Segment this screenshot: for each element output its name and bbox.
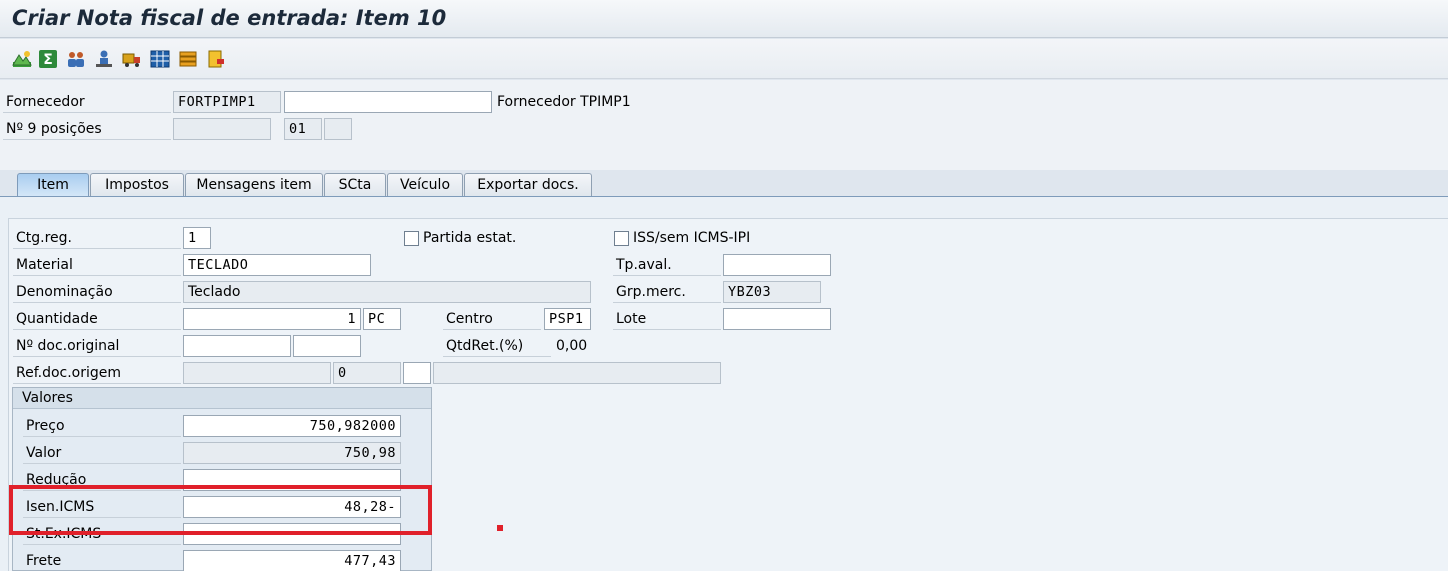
tab-exportar-docs[interactable]: Exportar docs.: [464, 173, 592, 197]
sigma-icon[interactable]: Σ: [38, 49, 58, 69]
valor-field[interactable]: 750,98: [183, 442, 401, 464]
tab-strip: Item Impostos Mensagens item SCta Veícul…: [0, 170, 1448, 197]
ref-doc-label: Ref.doc.origem: [13, 362, 181, 384]
lote-field[interactable]: [723, 308, 831, 330]
qtdret-label: QtdRet.(%): [443, 335, 551, 357]
application-toolbar: Σ: [0, 39, 1448, 79]
quantidade-field[interactable]: 1: [183, 308, 361, 330]
fornecedor-field[interactable]: FORTPIMP1: [173, 91, 281, 113]
fornecedor-extra-field[interactable]: [284, 91, 492, 113]
denominacao-label: Denominação: [13, 281, 181, 303]
ctg-reg-field[interactable]: 1: [183, 227, 211, 249]
denominacao-field[interactable]: Teclado: [183, 281, 591, 303]
quantidade-unit-field[interactable]: PC: [363, 308, 401, 330]
centro-label: Centro: [443, 308, 541, 330]
tab-scta[interactable]: SCta: [324, 173, 386, 197]
tab-impostos[interactable]: Impostos: [90, 173, 184, 197]
frete-label: Frete: [23, 550, 181, 571]
posicoes-extra-field[interactable]: [324, 118, 352, 140]
doc-original-field[interactable]: [183, 335, 291, 357]
valor-label: Valor: [23, 442, 181, 464]
tab-veiculo[interactable]: Veículo: [387, 173, 463, 197]
highlight-box: [9, 485, 432, 535]
partida-estat-checkbox[interactable]: [404, 231, 419, 246]
doc-original-field-2[interactable]: [293, 335, 361, 357]
preco-label: Preço: [23, 415, 181, 437]
doc-original-label: Nº doc.original: [13, 335, 181, 357]
tp-aval-label: Tp.aval.: [613, 254, 721, 276]
lote-label: Lote: [613, 308, 721, 330]
ctg-reg-label: Ctg.reg.: [13, 227, 181, 249]
fornecedor-label: Fornecedor: [3, 91, 171, 113]
tp-aval-field[interactable]: [723, 254, 831, 276]
tab-item[interactable]: Item: [17, 173, 89, 197]
centro-field[interactable]: PSP1: [544, 308, 591, 330]
stack-icon[interactable]: [178, 49, 198, 69]
title-bar: Criar Nota fiscal de entrada: Item 10: [0, 0, 1448, 38]
posicoes-field[interactable]: [173, 118, 271, 140]
ref-doc-field[interactable]: [183, 362, 331, 384]
svg-text:Σ: Σ: [43, 52, 53, 68]
quantidade-label: Quantidade: [13, 308, 181, 330]
material-field[interactable]: TECLADO: [183, 254, 371, 276]
grid-table-icon[interactable]: [150, 49, 170, 69]
tab-mensagens-item[interactable]: Mensagens item: [185, 173, 323, 197]
partida-estat-label: Partida estat.: [423, 230, 517, 246]
frete-field[interactable]: 477,43: [183, 550, 401, 571]
iss-checkbox[interactable]: [614, 231, 629, 246]
ref-doc-extra-field[interactable]: [403, 362, 431, 384]
iss-label: ISS/sem ICMS-IPI: [633, 230, 751, 246]
posicoes-code-field[interactable]: 01: [284, 118, 322, 140]
mountain-chart-icon[interactable]: [12, 49, 32, 69]
grp-merc-label: Grp.merc.: [613, 281, 721, 303]
document-flag-icon[interactable]: [206, 49, 226, 69]
posicoes-label: Nº 9 posições: [3, 118, 171, 140]
preco-field[interactable]: 750,982000: [183, 415, 401, 437]
red-marker: [497, 525, 503, 531]
ref-doc-desc-field[interactable]: [433, 362, 721, 384]
truck-icon[interactable]: [122, 49, 142, 69]
grp-merc-field[interactable]: YBZ03: [723, 281, 821, 303]
page-title: Criar Nota fiscal de entrada: Item 10: [12, 6, 447, 30]
qtdret-value: 0,00: [556, 338, 588, 354]
ref-doc-num-field[interactable]: 0: [333, 362, 401, 384]
partners-icon[interactable]: [66, 49, 86, 69]
fornecedor-description: Fornecedor TPIMP1: [497, 94, 631, 110]
user-stamp-icon[interactable]: [94, 49, 114, 69]
material-label: Material: [13, 254, 181, 276]
valores-group-title: Valores: [13, 388, 431, 409]
